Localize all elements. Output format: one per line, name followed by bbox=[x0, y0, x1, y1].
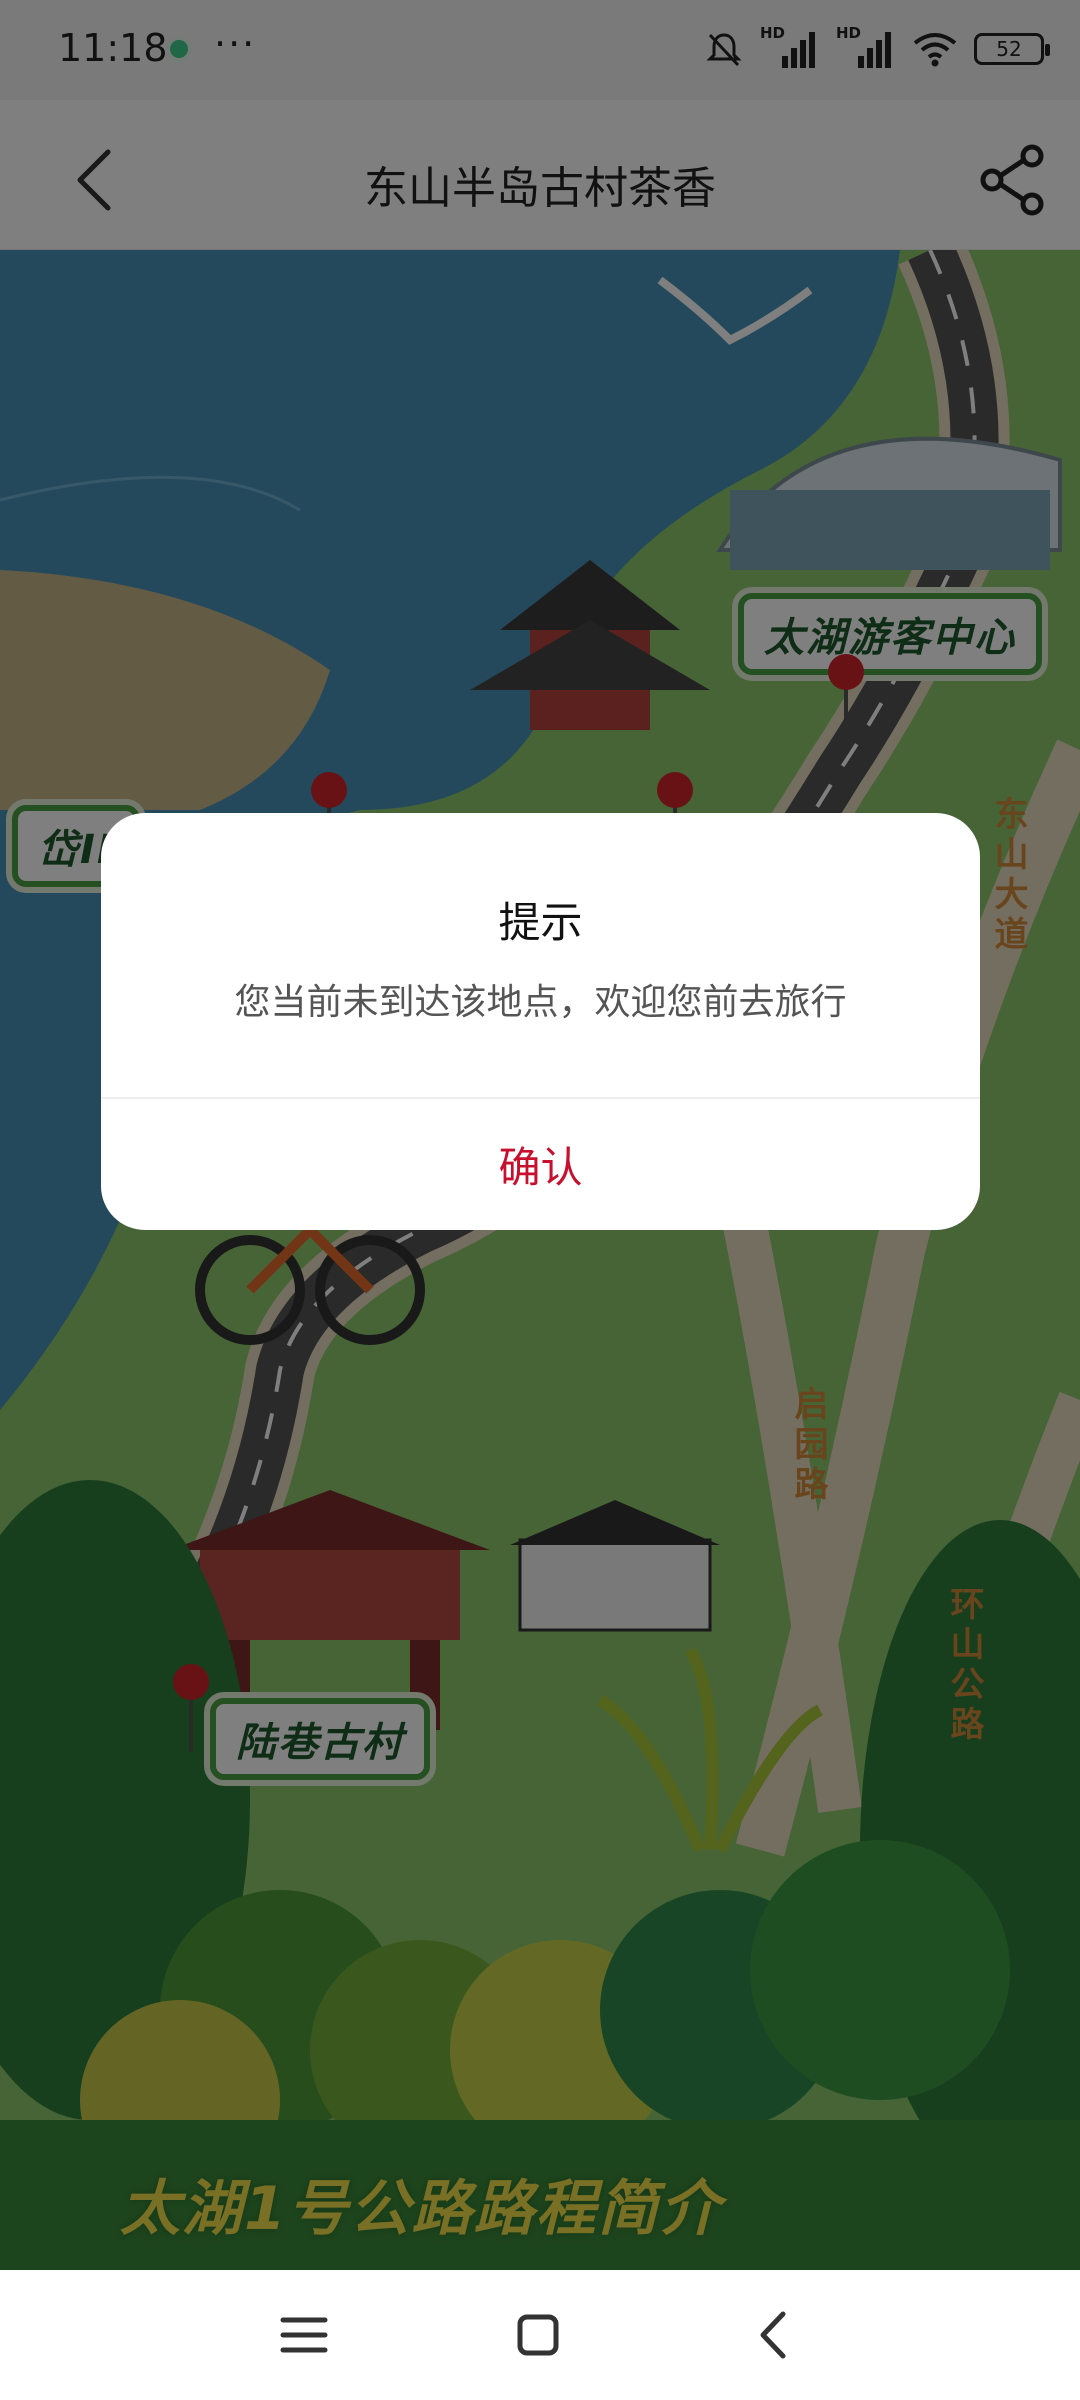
dialog-message: 您当前未到达该地点，欢迎您前去旅行 bbox=[234, 982, 847, 1023]
system-nav-bar bbox=[0, 2270, 1080, 2400]
dialog-title: 提示 bbox=[498, 898, 583, 947]
home-square-icon[interactable] bbox=[503, 2300, 573, 2370]
confirm-button[interactable]: 确认 bbox=[101, 1099, 980, 1230]
menu-icon[interactable] bbox=[269, 2300, 339, 2370]
back-triangle-icon[interactable] bbox=[739, 2300, 809, 2370]
alert-dialog: 提示 您当前未到达该地点，欢迎您前去旅行 确认 bbox=[101, 813, 980, 1230]
